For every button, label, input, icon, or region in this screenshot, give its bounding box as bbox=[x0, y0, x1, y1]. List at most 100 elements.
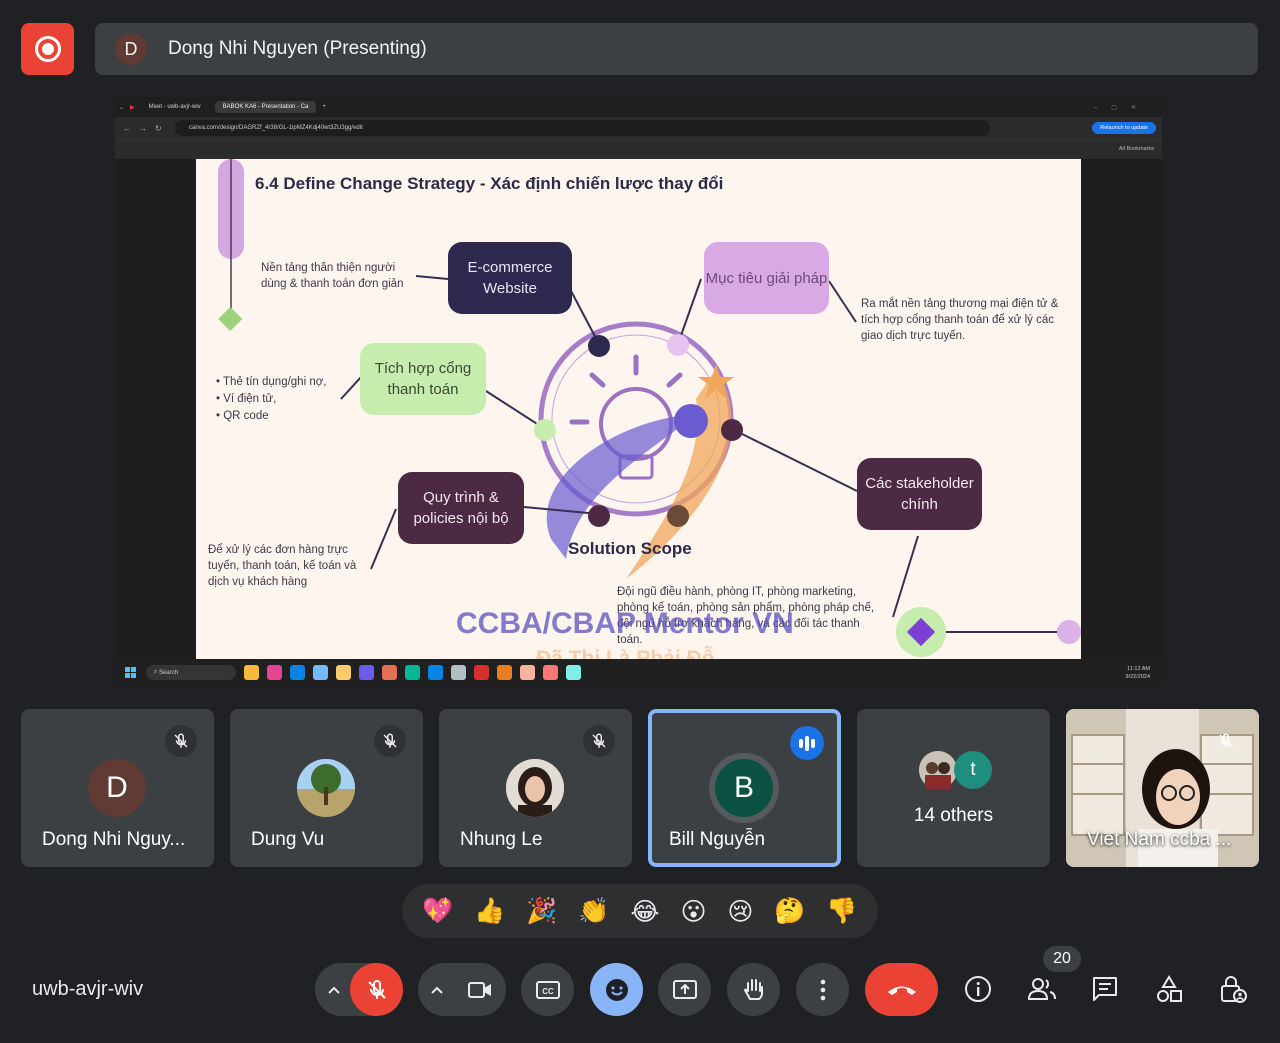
browser-nav-icons: ←→↻ bbox=[123, 123, 170, 133]
ecommerce-note: Nền tảng thân thiện người dùng & thanh t… bbox=[261, 262, 404, 290]
avatar: B bbox=[715, 759, 773, 817]
portrait-photo-icon bbox=[506, 759, 564, 817]
presenter-label: Dong Nhi Nguyen (Presenting) bbox=[168, 38, 427, 59]
people-button[interactable] bbox=[1019, 966, 1065, 1012]
participant-tile[interactable]: D Dong Nhi Nguy... bbox=[21, 709, 214, 867]
new-tab-icon: + bbox=[322, 104, 326, 110]
app-icon bbox=[566, 665, 581, 680]
watermark-main: CCBA/CBAP Mentor VN bbox=[456, 607, 794, 640]
end-call-icon bbox=[887, 986, 916, 995]
host-controls-button[interactable] bbox=[1210, 966, 1256, 1012]
reaction-clap[interactable]: 👏 bbox=[578, 896, 609, 926]
participant-name: Dung Vu bbox=[251, 829, 325, 850]
windows-taskbar: ⌕ Search 11:12 AM 9/22/2024 bbox=[115, 659, 1162, 686]
presenter-bar: D Dong Nhi Nguyen (Presenting) bbox=[95, 23, 1258, 75]
browser-tab-strip: ⌄ ▶ Meet - uwb-avjr-wiv BABOK KA6 - Pres… bbox=[115, 97, 1162, 117]
present-button[interactable] bbox=[658, 963, 711, 1016]
others-count-label: 14 others bbox=[913, 805, 994, 826]
payment-bullets: Thẻ tín dụng/ghi nợ, Ví điện tử, QR code bbox=[216, 374, 326, 425]
bullet-item: QR code bbox=[216, 408, 326, 425]
participant-tile-active-speaker[interactable]: B Bill Nguyễn bbox=[648, 709, 841, 867]
avatar bbox=[297, 759, 355, 817]
app-icon bbox=[520, 665, 535, 680]
activities-button[interactable] bbox=[1146, 966, 1192, 1012]
node-payment: Tích hợp cổng thanh toán bbox=[360, 343, 486, 415]
reaction-laugh[interactable]: 😂 bbox=[630, 897, 659, 926]
presenter-avatar: D bbox=[115, 33, 147, 65]
host-controls-icon bbox=[1221, 976, 1247, 1003]
edge-icon bbox=[290, 665, 305, 680]
emoji-icon bbox=[605, 978, 628, 1001]
bookmarks-bar: All Bookmarks bbox=[115, 139, 1162, 159]
participant-name: Viet Nam ccba ... bbox=[1087, 829, 1232, 850]
tab-search-icon: ⌄ bbox=[119, 104, 125, 111]
reaction-party-popper[interactable]: 🎉 bbox=[526, 896, 557, 926]
reaction-surprised[interactable]: 😮 bbox=[681, 897, 707, 926]
browser-tab-meet: Meet - uwb-avjr-wiv bbox=[148, 104, 201, 110]
url-text: canva.com/design/DAGRZf_4r38/GL-1ipMZ4Kd… bbox=[189, 125, 363, 131]
chevron-up-icon[interactable] bbox=[430, 985, 444, 995]
activities-icon bbox=[1157, 975, 1182, 1002]
mic-toggle-button[interactable] bbox=[350, 963, 403, 1016]
reaction-sparkling-heart[interactable]: 💖 bbox=[422, 896, 453, 926]
recording-indicator-button[interactable] bbox=[21, 23, 74, 75]
shared-screen: ⌄ ▶ Meet - uwb-avjr-wiv BABOK KA6 - Pres… bbox=[115, 97, 1162, 686]
app-icon bbox=[313, 665, 328, 680]
participant-name: Nhung Le bbox=[460, 829, 543, 850]
camera-icon bbox=[467, 981, 491, 998]
present-icon bbox=[672, 979, 697, 999]
chrome-icon bbox=[405, 665, 420, 680]
windows-start-icon bbox=[125, 667, 136, 678]
participant-name: Bill Nguyễn bbox=[669, 829, 766, 850]
captions-button[interactable]: CC bbox=[521, 963, 574, 1016]
mic-off-icon bbox=[1210, 725, 1242, 757]
participant-tile-video[interactable]: Viet Nam ccba ... bbox=[1066, 709, 1259, 867]
app-icon bbox=[451, 665, 466, 680]
reactions-button[interactable] bbox=[590, 963, 643, 1016]
youtube-icon: ▶ bbox=[130, 104, 135, 111]
relaunch-button: Relaunch to update bbox=[1092, 122, 1156, 134]
clock-date: 9/22/2024 bbox=[1125, 673, 1150, 680]
app-icon bbox=[267, 665, 282, 680]
folder-icon bbox=[336, 665, 351, 680]
node-stakeholders: Các stakeholder chính bbox=[857, 458, 982, 530]
captions-icon: CC bbox=[535, 980, 560, 999]
participant-tile[interactable]: Dung Vu bbox=[230, 709, 423, 867]
meeting-info-button[interactable] bbox=[955, 966, 1001, 1012]
mic-off-icon bbox=[374, 725, 406, 757]
leave-call-button[interactable] bbox=[865, 963, 938, 1016]
reaction-crying[interactable]: 😢 bbox=[727, 897, 753, 926]
mic-off-icon bbox=[367, 979, 386, 999]
chat-icon bbox=[1093, 977, 1117, 1001]
others-tile[interactable]: t 14 others bbox=[857, 709, 1050, 867]
raise-hand-button[interactable] bbox=[727, 963, 780, 1016]
process-note: Để xử lý các đơn hàng trực tuyến, thanh … bbox=[208, 544, 357, 588]
reaction-thumbs-down[interactable]: 👎 bbox=[826, 896, 857, 926]
window-controls: –▢✕ bbox=[1093, 104, 1150, 111]
bullet-item: Ví điện tử, bbox=[216, 391, 326, 408]
info-icon bbox=[965, 976, 991, 1002]
chat-button[interactable] bbox=[1082, 966, 1128, 1012]
taskbar-search: ⌕ Search bbox=[146, 665, 236, 680]
participant-name: Dong Nhi Nguy... bbox=[42, 829, 186, 850]
chevron-up-icon[interactable] bbox=[327, 985, 341, 995]
solution-scope-label: Solution Scope bbox=[568, 539, 692, 558]
avatar: t bbox=[954, 751, 992, 789]
canva-editor-area: 6.4 Define Change Strategy - Xác định ch… bbox=[115, 159, 1162, 659]
node-goal: Mục tiêu giải pháp bbox=[704, 242, 829, 314]
chrome-icon bbox=[382, 665, 397, 680]
reaction-thinking[interactable]: 🤔 bbox=[774, 896, 805, 926]
browser-toolbar: ←→↻ canva.com/design/DAGRZf_4r38/GL-1ipM… bbox=[115, 117, 1162, 139]
meeting-code: uwb-avjr-wiv bbox=[32, 978, 144, 1000]
reaction-thumbs-up[interactable]: 👍 bbox=[474, 896, 505, 926]
camera-toggle-button[interactable] bbox=[453, 963, 506, 1016]
more-options-button[interactable] bbox=[796, 963, 849, 1016]
mic-off-icon bbox=[165, 725, 197, 757]
goal-note: Ra mắt nền tảng thương mại điện tử & tíc… bbox=[861, 298, 1059, 342]
mic-off-icon bbox=[583, 725, 615, 757]
presentation-slide: 6.4 Define Change Strategy - Xác định ch… bbox=[196, 159, 1081, 659]
record-icon bbox=[34, 36, 61, 62]
participant-tile[interactable]: Nhung Le bbox=[439, 709, 632, 867]
node-process: Quy trình & policies nội bộ bbox=[398, 472, 524, 544]
people-icon bbox=[1027, 978, 1056, 1000]
